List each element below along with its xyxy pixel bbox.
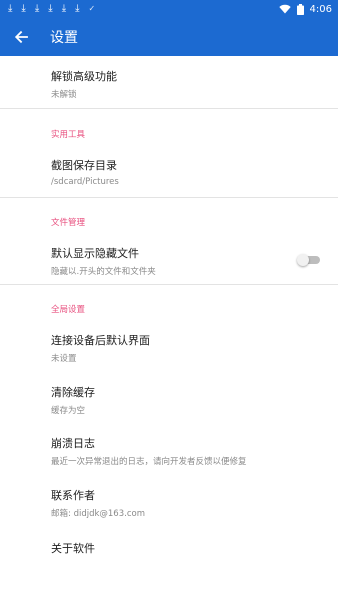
setting-subtitle: 缓存为空 [51,406,86,416]
divider [0,284,338,285]
setting-title: 连接设备后默认界面 [51,334,150,347]
battery-icon [296,3,304,15]
setting-subtitle: 最近一次异常退出的日志，请向开发者反馈以便修复 [51,457,247,467]
section-label-global: 全局设置 [51,305,86,315]
download-icon: ⤓ [61,3,67,14]
check-icon: ✓ [88,4,96,13]
show-hidden-toggle[interactable] [297,254,320,266]
wifi-icon [278,4,291,14]
toggle-track [297,254,320,266]
download-icon: ⤓ [75,3,80,14]
setting-contact-author[interactable]: 联系作者 邮箱: didjdk@163.com [0,487,338,519]
notification-icons: ⤓ ⤓ ⤓ ⤓ ⤓ ⤓ ✓ [8,4,95,14]
setting-title: 崩溃日志 [51,437,95,450]
download-icon: ⤓ [21,3,26,14]
setting-show-hidden-files[interactable]: 默认显示隐藏文件 隐藏以.开头的文件和文件夹 [0,245,338,277]
section-label-file-management: 文件管理 [51,218,86,228]
setting-subtitle: 未解锁 [51,90,77,100]
download-icon: ⤓ [34,3,40,14]
download-icon: ⤓ [8,3,13,14]
download-icon: ⤓ [48,3,53,14]
setting-title: 截图保存目录 [51,159,117,172]
setting-title: 联系作者 [51,489,95,502]
status-bar: ⤓ ⤓ ⤓ ⤓ ⤓ ⤓ ✓ 4:06 [0,0,338,18]
app-bar: 设置 [0,18,338,56]
setting-title: 关于软件 [51,542,95,555]
back-arrow-icon[interactable] [12,28,30,46]
setting-subtitle: 邮箱: didjdk@163.com [51,509,145,519]
setting-subtitle: /sdcard/Pictures [51,177,119,187]
setting-about[interactable]: 关于软件 [0,540,338,556]
toggle-knob [297,254,309,266]
setting-title: 清除缓存 [51,386,95,399]
setting-title: 解锁高级功能 [51,70,117,83]
setting-screenshot-dir[interactable]: 截图保存目录 /sdcard/Pictures [0,157,338,187]
divider [0,197,338,198]
setting-clear-cache[interactable]: 清除缓存 缓存为空 [0,384,338,416]
setting-title: 默认显示隐藏文件 [51,247,139,260]
setting-crash-log[interactable]: 崩溃日志 最近一次异常退出的日志，请向开发者反馈以便修复 [0,435,338,467]
setting-default-screen[interactable]: 连接设备后默认界面 未设置 [0,332,338,364]
setting-subtitle: 未设置 [51,354,77,364]
section-label-tools: 实用工具 [51,130,86,140]
setting-unlock-premium[interactable]: 解锁高级功能 未解锁 [0,68,338,100]
page-title: 设置 [50,30,78,46]
status-time: 4:06 [309,3,332,15]
setting-subtitle: 隐藏以.开头的文件和文件夹 [51,267,156,277]
divider [0,108,338,109]
